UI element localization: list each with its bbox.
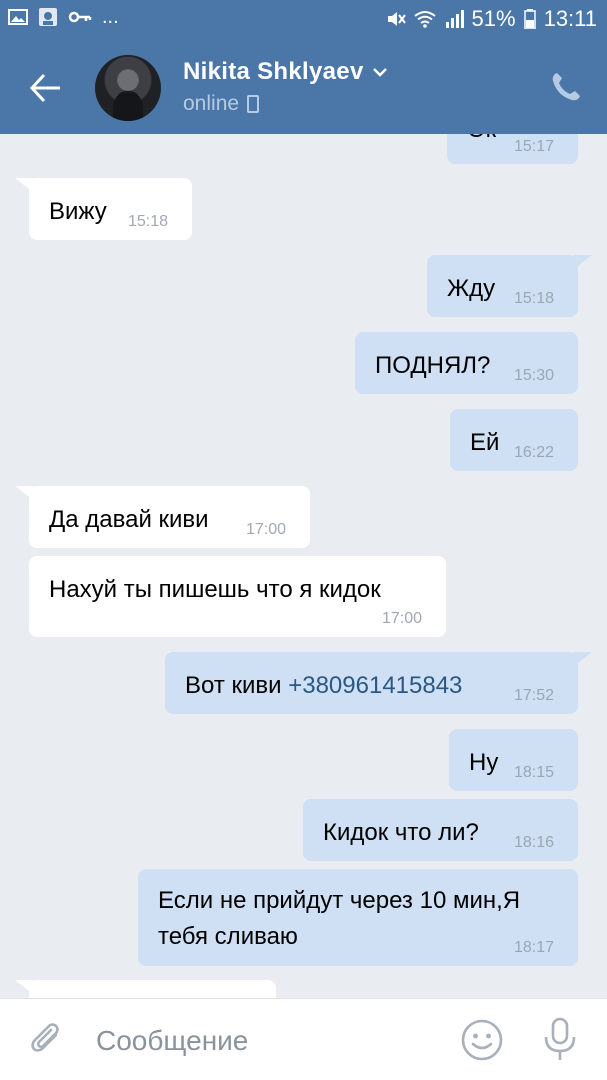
battery-icon (523, 9, 536, 29)
battery-percent: 51% (471, 6, 516, 31)
message-bubble-outgoing[interactable]: Вот киви +380961415843 17:52 (165, 652, 592, 714)
message-text: Нахуй ты пишешь что я кидок (49, 576, 381, 603)
message-text: Вижу (49, 198, 107, 225)
mute-icon (387, 12, 406, 26)
message-time: 17:00 (246, 521, 287, 538)
message-bubble-outgoing[interactable]: ПОДНЯЛ? 15:30 (355, 332, 578, 394)
message-time: 18:15 (514, 764, 555, 781)
mobile-icon (247, 95, 260, 113)
message-text: Ок (467, 134, 496, 144)
message-bubble-outgoing[interactable]: Жду 15:18 (427, 255, 592, 317)
message-time: 15:18 (514, 290, 555, 307)
message-time: 18:17 (514, 939, 555, 956)
message-time: 17:52 (514, 687, 555, 704)
chat-header: Nikita Shklyaev online (0, 42, 607, 134)
app-icon (39, 8, 57, 26)
paperclip-icon[interactable] (28, 1021, 68, 1061)
message-time: 18:16 (514, 834, 555, 851)
status-bar: ... 51% 13:11 (0, 0, 607, 42)
contact-name-button[interactable]: Nikita Shklyaev (183, 58, 388, 86)
message-time: 17:00 (382, 610, 423, 627)
message-bubble-outgoing[interactable]: Ну 18:15 (449, 729, 578, 791)
notification-overflow: ... (102, 6, 119, 28)
message-text: Жду (447, 275, 496, 302)
back-arrow-icon[interactable] (28, 70, 64, 106)
message-text: Ей (470, 429, 500, 456)
message-bubble-incoming[interactable] (15, 980, 276, 998)
message-text: Ну (469, 749, 499, 776)
clock: 13:11 (543, 6, 597, 31)
contact-name: Nikita Shklyaev (183, 58, 364, 85)
message-time: 15:18 (128, 213, 169, 230)
chevron-down-icon (372, 68, 387, 77)
message-text-line-2: тебя сливаю (158, 923, 298, 950)
message-bubble-outgoing[interactable]: Кидок что ли? 18:16 (303, 799, 578, 861)
message-list[interactable]: Ок 15:17 Вижу 15:18 Жду 15:18 ПОДНЯЛ? 15… (0, 134, 607, 998)
phone-link[interactable]: +380961415843 (288, 672, 462, 699)
message-input[interactable]: Сообщение (96, 1025, 248, 1057)
message-bubble-incoming[interactable]: Да давай киви 17:00 (15, 486, 310, 548)
message-bubble-outgoing[interactable]: Если не прийдут через 10 мин,Я тебя слив… (138, 869, 578, 966)
message-bubble-incoming[interactable]: Нахуй ты пишешь что я кидок 17:00 (29, 556, 446, 637)
message-text: ПОДНЯЛ? (375, 352, 491, 379)
online-status: online (183, 92, 240, 115)
message-bubble-outgoing[interactable]: Ок 15:17 (447, 134, 578, 164)
message-time: 15:30 (514, 367, 555, 384)
message-time: 15:17 (514, 138, 555, 155)
message-text-line-1: Если не прийдут через 10 мин,Я (158, 887, 521, 914)
avatar[interactable] (95, 55, 161, 121)
message-composer: Сообщение (0, 998, 607, 1080)
contact-status: online (183, 92, 260, 116)
message-text: Кидок что ли? (323, 819, 479, 846)
signal-icon (445, 10, 464, 28)
phone-call-icon[interactable] (549, 70, 583, 104)
message-bubble-incoming[interactable]: Вижу 15:18 (15, 178, 192, 240)
gallery-icon (8, 9, 28, 25)
message-bubble-outgoing[interactable]: Ей 16:22 (450, 409, 578, 471)
message-text-part: Вот киви (185, 672, 289, 699)
key-icon (68, 11, 92, 23)
microphone-icon[interactable] (540, 1016, 580, 1062)
wifi-icon (413, 11, 436, 28)
emoji-icon[interactable] (460, 1018, 504, 1062)
message-text: Да давай киви (49, 506, 209, 533)
message-time: 16:22 (514, 444, 555, 461)
message-text: Вот киви +380961415843 (185, 672, 462, 700)
